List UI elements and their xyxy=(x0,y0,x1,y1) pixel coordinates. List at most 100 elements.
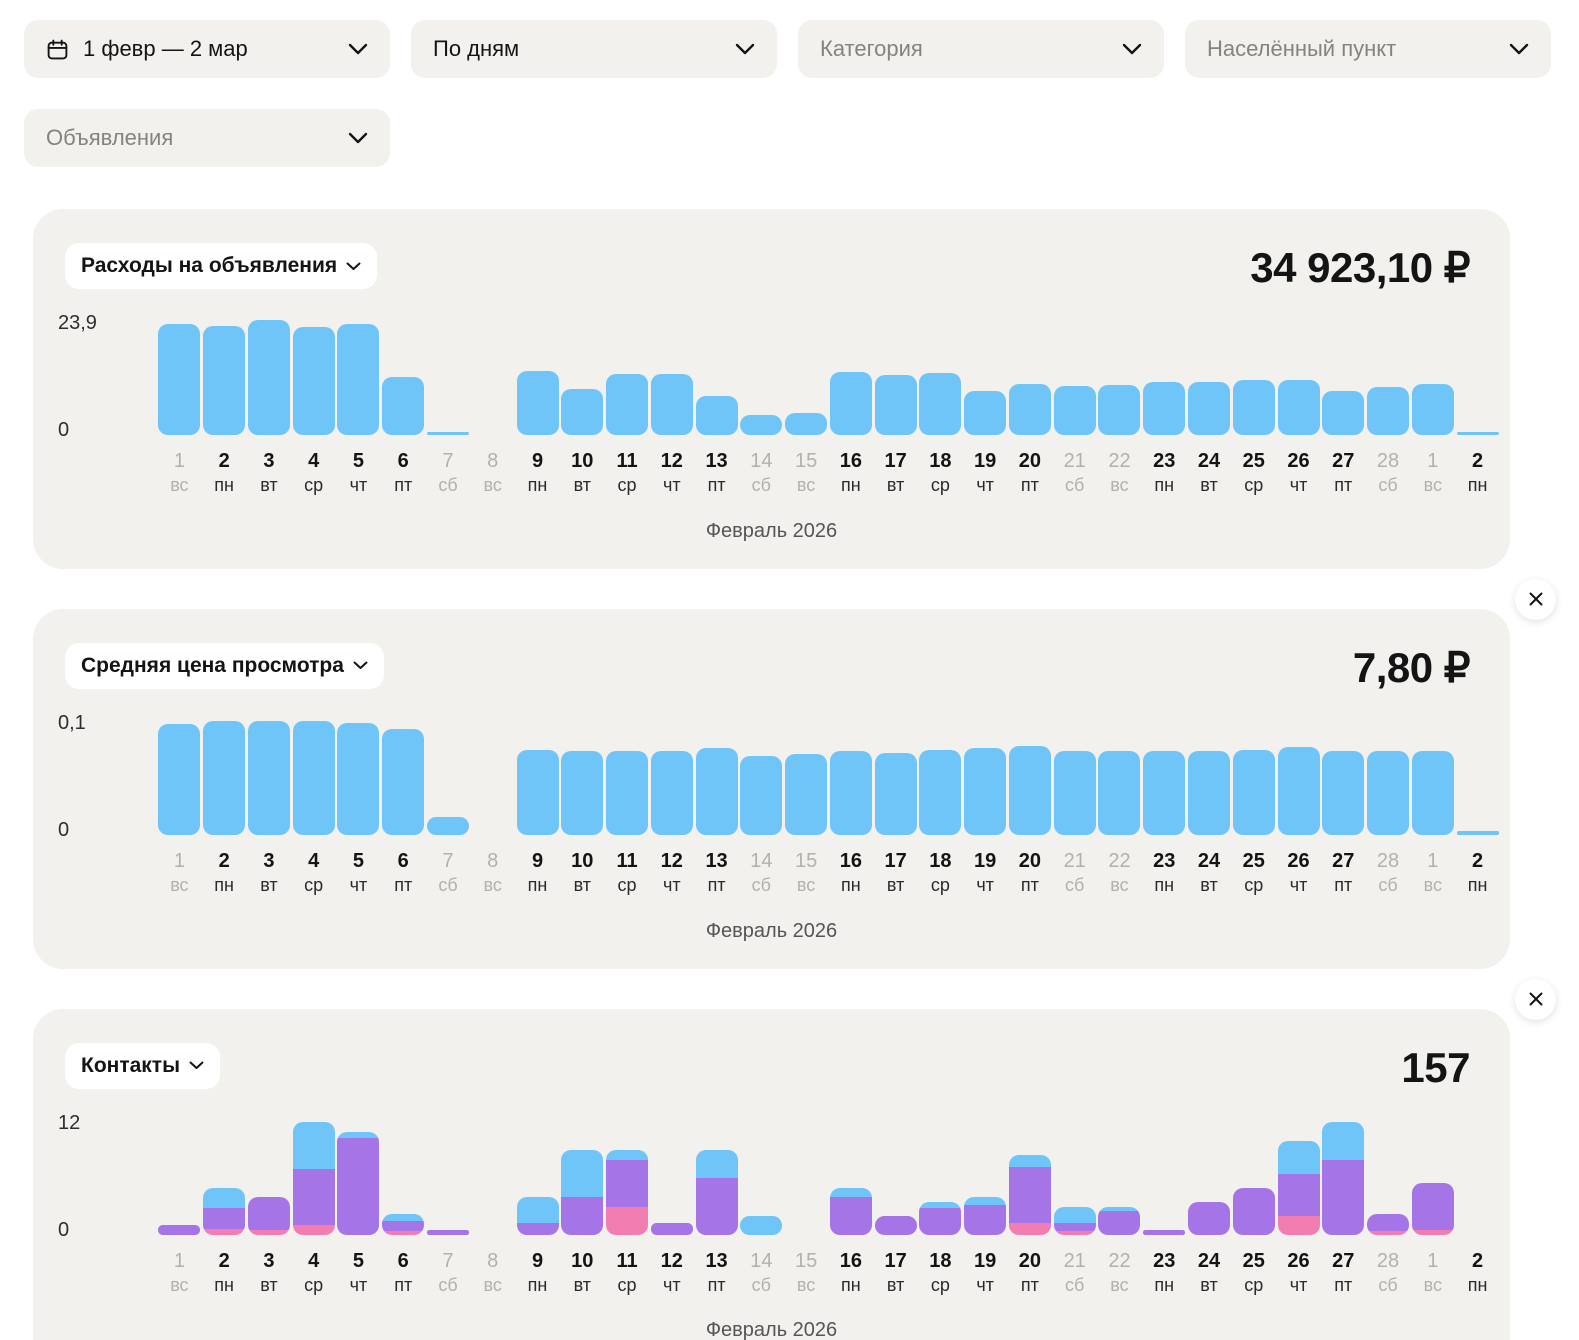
stacked-bar[interactable] xyxy=(516,1197,559,1235)
category-filter[interactable]: Категория xyxy=(798,20,1164,78)
bar[interactable] xyxy=(516,371,559,435)
bar[interactable] xyxy=(740,415,783,435)
stacked-bar[interactable] xyxy=(203,1187,246,1235)
bar[interactable] xyxy=(247,721,290,835)
stacked-bar[interactable] xyxy=(695,1150,738,1235)
stacked-bar[interactable] xyxy=(247,1197,290,1235)
bar[interactable] xyxy=(426,431,469,435)
metric-selector-button[interactable]: Средняя цена просмотра xyxy=(65,642,384,689)
bar[interactable] xyxy=(1187,751,1230,835)
stacked-bar[interactable] xyxy=(919,1201,962,1235)
bar[interactable] xyxy=(919,372,962,435)
metric-selector-button[interactable]: Расходы на объявления xyxy=(65,243,378,289)
stacked-bar[interactable] xyxy=(1008,1155,1051,1235)
bar[interactable] xyxy=(1053,751,1096,835)
bar[interactable] xyxy=(247,319,290,435)
bar[interactable] xyxy=(1456,431,1499,435)
bar[interactable] xyxy=(337,723,380,835)
bar[interactable] xyxy=(203,721,246,835)
bar[interactable] xyxy=(785,413,828,435)
bar[interactable] xyxy=(516,750,559,835)
close-chart-button[interactable] xyxy=(1515,578,1556,620)
bar[interactable] xyxy=(874,752,917,835)
bar[interactable] xyxy=(158,324,201,435)
bar[interactable] xyxy=(964,391,1007,435)
bar[interactable] xyxy=(1143,751,1186,835)
bar[interactable] xyxy=(292,721,335,835)
stacked-bar[interactable] xyxy=(426,1229,469,1235)
chart-column: 1 вс xyxy=(157,1119,202,1296)
bar[interactable] xyxy=(829,751,872,835)
close-chart-button[interactable] xyxy=(1515,978,1556,1020)
bar[interactable] xyxy=(695,395,738,435)
bar[interactable] xyxy=(1367,386,1410,435)
bar[interactable] xyxy=(1098,751,1141,835)
stacked-bar[interactable] xyxy=(964,1197,1007,1235)
stacked-bar[interactable] xyxy=(158,1225,201,1235)
bar[interactable] xyxy=(1411,384,1454,435)
bar[interactable] xyxy=(650,373,693,435)
bar[interactable] xyxy=(1053,385,1096,435)
bar[interactable] xyxy=(203,326,246,435)
stacked-bar[interactable] xyxy=(382,1214,425,1235)
bar[interactable] xyxy=(337,323,380,435)
bar[interactable] xyxy=(158,724,201,835)
stacked-bar[interactable] xyxy=(1277,1141,1320,1235)
bar[interactable] xyxy=(1187,382,1230,435)
stacked-bar[interactable] xyxy=(1367,1214,1410,1235)
bar[interactable] xyxy=(1232,750,1275,835)
date-range-filter[interactable]: 1 февр — 2 мар xyxy=(24,20,390,78)
x-label-weekday: ср xyxy=(1244,1274,1264,1295)
stacked-bar[interactable] xyxy=(740,1215,783,1235)
ads-filter[interactable]: Объявления xyxy=(24,109,390,167)
bar[interactable] xyxy=(874,374,917,435)
bar[interactable] xyxy=(561,751,604,835)
bar[interactable] xyxy=(382,377,425,435)
bar[interactable] xyxy=(426,816,469,835)
bar[interactable] xyxy=(1367,751,1410,835)
grouping-filter[interactable]: По дням xyxy=(411,20,777,78)
bar[interactable] xyxy=(561,388,604,435)
stacked-bar[interactable] xyxy=(292,1122,335,1235)
bar[interactable] xyxy=(740,755,783,835)
bar[interactable] xyxy=(650,751,693,835)
bar[interactable] xyxy=(964,748,1007,835)
bar[interactable] xyxy=(785,753,828,835)
stacked-bar[interactable] xyxy=(1322,1122,1365,1235)
stacked-bar[interactable] xyxy=(829,1187,872,1235)
bar[interactable] xyxy=(606,373,649,435)
bar[interactable] xyxy=(829,372,872,435)
bar[interactable] xyxy=(606,751,649,835)
stacked-bar[interactable] xyxy=(1143,1229,1186,1235)
date-range-label: 1 февр — 2 мар xyxy=(83,36,248,61)
stacked-bar[interactable] xyxy=(650,1223,693,1235)
bar[interactable] xyxy=(695,748,738,835)
stacked-bar[interactable] xyxy=(337,1131,380,1235)
stacked-bar[interactable] xyxy=(561,1150,604,1235)
bar[interactable] xyxy=(1322,751,1365,835)
bar[interactable] xyxy=(1277,380,1320,435)
stacked-bar[interactable] xyxy=(1232,1187,1275,1235)
bar[interactable] xyxy=(1277,746,1320,835)
bar[interactable] xyxy=(1411,751,1454,835)
bar[interactable] xyxy=(1322,390,1365,435)
stacked-bar[interactable] xyxy=(1187,1201,1230,1235)
bar[interactable] xyxy=(1098,384,1141,435)
bar[interactable] xyxy=(292,327,335,435)
bar[interactable] xyxy=(1008,745,1051,835)
metric-selector-button[interactable]: Контакты xyxy=(65,1042,221,1089)
bar[interactable] xyxy=(1008,384,1051,435)
bar[interactable] xyxy=(919,750,962,835)
bar[interactable] xyxy=(1232,380,1275,435)
stacked-bar[interactable] xyxy=(1053,1206,1096,1235)
stacked-bar[interactable] xyxy=(606,1150,649,1235)
location-filter[interactable]: Населённый пункт xyxy=(1185,20,1551,78)
stacked-bar[interactable] xyxy=(1411,1183,1454,1235)
stacked-bar[interactable] xyxy=(1098,1206,1141,1235)
stacked-bar[interactable] xyxy=(874,1215,917,1235)
bar[interactable] xyxy=(1143,382,1186,435)
x-label-day: 19 xyxy=(974,450,997,472)
bar-slot xyxy=(649,1119,694,1235)
bar[interactable] xyxy=(1456,831,1499,835)
bar[interactable] xyxy=(382,728,425,835)
